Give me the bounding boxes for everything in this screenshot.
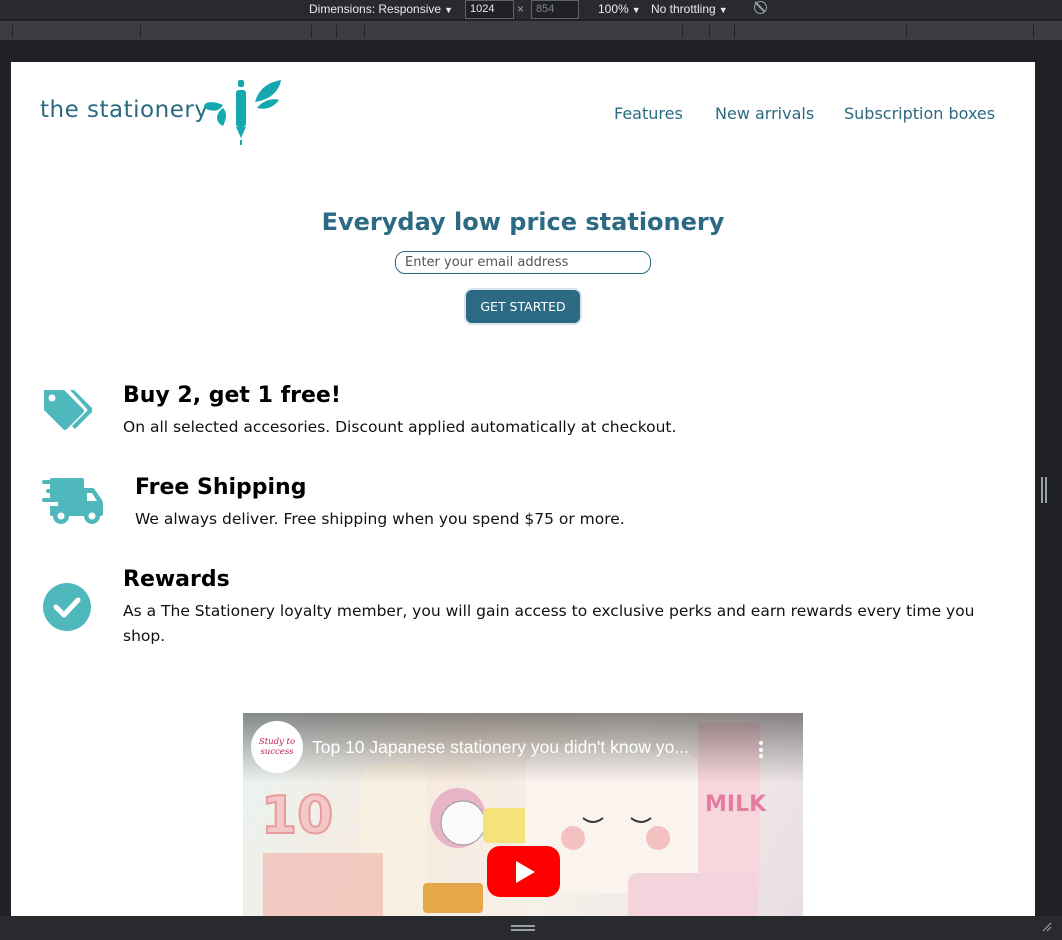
zoom-dropdown[interactable]: 100% ▼ <box>598 2 641 16</box>
rotate-icon[interactable] <box>754 1 767 14</box>
feature-title-rewards: Rewards <box>123 567 230 592</box>
resize-handle-right[interactable] <box>1041 477 1043 503</box>
shipping-truck-icon <box>42 478 103 524</box>
devtools-toolbar: Dimensions: Responsive ▼ 1024 × 854 100% ▼… <box>0 0 1062 19</box>
width-input[interactable]: 1024 <box>465 0 514 19</box>
svg-text:10: 10 <box>261 786 333 846</box>
youtube-video-embed[interactable]: 10 MILK Study to success Top 10 Japanese… <box>243 713 803 916</box>
resize-handle-bottom[interactable] <box>511 925 535 927</box>
get-started-button[interactable]: GET STARTED <box>464 288 582 325</box>
video-title[interactable]: Top 10 Japanese stationery you didn't kn… <box>312 737 689 758</box>
times-separator: × <box>517 2 525 16</box>
email-input[interactable] <box>395 251 651 274</box>
nav-new-arrivals[interactable]: New arrivals <box>715 104 814 123</box>
youtube-play-button[interactable] <box>487 846 560 897</box>
svg-text:MILK: MILK <box>705 792 767 817</box>
devtools-bottom-bar <box>0 916 1062 940</box>
page-viewport: the stationery Features New arrivals Sub… <box>11 62 1035 916</box>
throttling-label: No throttling <box>651 2 716 16</box>
tags-icon <box>44 390 92 430</box>
height-input[interactable]: 854 <box>531 0 579 19</box>
feature-desc-shipping: We always deliver. Free shipping when yo… <box>135 510 625 528</box>
resize-corner-icon[interactable] <box>1040 920 1052 932</box>
pencil-leaves-logo-icon[interactable] <box>203 78 283 148</box>
media-query-ruler[interactable] <box>0 19 1062 40</box>
more-options-icon[interactable] <box>759 741 763 761</box>
channel-avatar[interactable]: Study to success <box>251 721 303 773</box>
throttling-dropdown[interactable]: No throttling ▼ <box>651 2 728 16</box>
feature-title-buy2: Buy 2, get 1 free! <box>123 383 341 408</box>
nav-subscription-boxes[interactable]: Subscription boxes <box>844 104 995 123</box>
dimensions-label: Dimensions: Responsive <box>309 2 442 16</box>
caret-down-icon: ▼ <box>444 5 453 15</box>
feature-desc-rewards: As a The Stationery loyalty member, you … <box>123 602 975 645</box>
logo-text[interactable]: the stationery <box>40 97 208 123</box>
hero-title: Everyday low price stationery <box>321 208 725 236</box>
zoom-label: 100% <box>598 2 629 16</box>
feature-desc-buy2: On all selected accesories. Discount app… <box>123 418 677 436</box>
check-circle-icon <box>43 583 91 631</box>
feature-title-shipping: Free Shipping <box>135 475 307 500</box>
caret-down-icon: ▼ <box>718 5 728 15</box>
caret-down-icon: ▼ <box>631 5 641 15</box>
nav-features[interactable]: Features <box>614 104 683 123</box>
dimensions-dropdown[interactable]: Dimensions: Responsive ▼ <box>309 2 453 16</box>
